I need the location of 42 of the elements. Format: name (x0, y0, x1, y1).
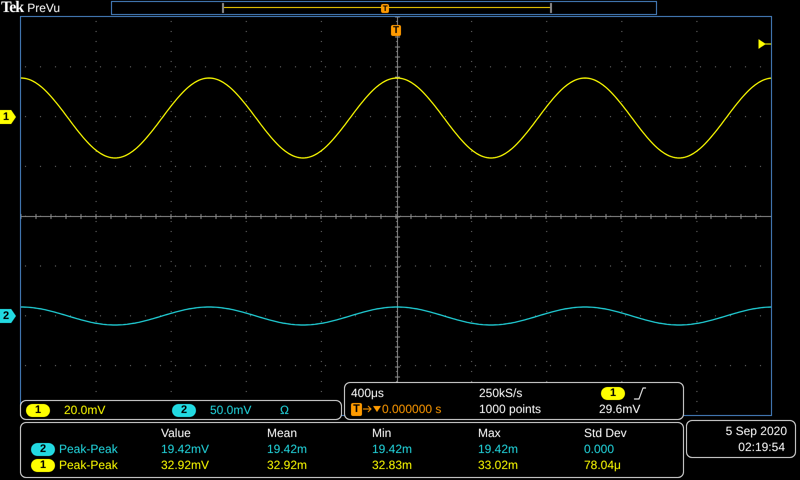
column-header: Max (478, 425, 502, 441)
column-header: Std Dev (584, 425, 628, 441)
measurement-name: Peak-Peak (59, 441, 118, 457)
trigger-position: 0.000000 s (382, 401, 442, 417)
time-label: 02:19:54 (738, 439, 785, 455)
measurement-value: 78.04μ (584, 457, 622, 473)
trigger-marker: T (381, 4, 390, 12)
channel-badge[interactable]: 1 (26, 404, 50, 416)
channel-badge[interactable]: 1 (601, 386, 625, 400)
measurement-value: 19.42m (372, 441, 414, 457)
measurement-value: 32.92mV (161, 457, 210, 473)
trigger-level: 29.6mV (599, 401, 642, 417)
column-header: Min (372, 425, 392, 441)
measurement-value: 0.000 (584, 441, 616, 457)
brand-logo: Tek (1, 0, 24, 16)
date-label: 5 Sep 2020 (726, 423, 787, 439)
channel-marker[interactable]: 1 (0, 110, 16, 124)
channel-badge[interactable]: 1 (31, 458, 55, 472)
arrow-icon (362, 404, 382, 414)
measurement-value: 19.42mV (161, 441, 210, 457)
channel-badge[interactable]: 2 (172, 404, 196, 416)
rising-edge-icon (633, 386, 647, 400)
channel-badge[interactable]: 2 (31, 442, 55, 456)
measurement-value: 19.42m (267, 441, 308, 457)
trigger-marker: T (351, 402, 362, 416)
measurement-value: 32.92m (267, 457, 308, 473)
column-header: Mean (267, 425, 298, 441)
termination-label: Ω (280, 403, 289, 417)
trigger-marker: T (391, 25, 401, 36)
measurement-value: 33.02m (478, 457, 520, 473)
sample-rate: 250kS/s (479, 385, 524, 401)
time-scale: 400μs (351, 385, 385, 401)
channel-scale: 20.0mV (64, 403, 106, 417)
column-header: Value (161, 425, 192, 441)
measurement-value: 32.83m (372, 457, 414, 473)
measurement-value: 19.42m (478, 441, 520, 457)
mode-label: PreVu (27, 1, 62, 15)
measurement-name: Peak-Peak (59, 457, 118, 473)
trigger-level-arrow-icon (758, 39, 771, 48)
channel-scale: 50.0mV (210, 403, 252, 417)
record-length: 1000 points (479, 401, 542, 417)
channel-marker[interactable]: 2 (0, 309, 16, 323)
